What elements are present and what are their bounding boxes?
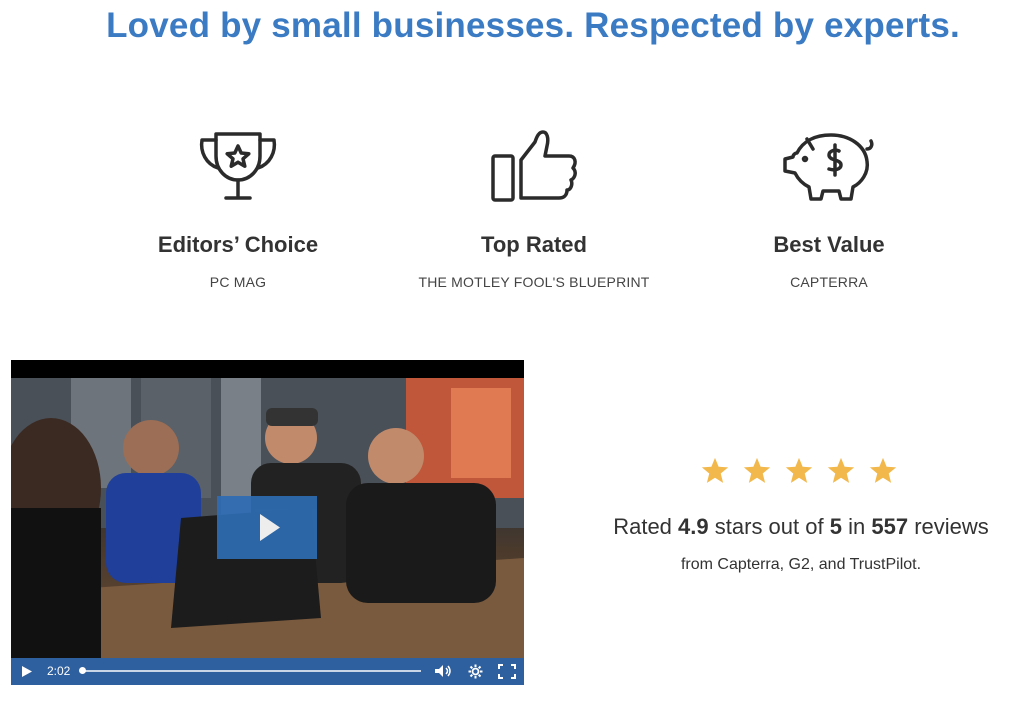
play-button[interactable] [217, 496, 317, 559]
star-icon [869, 457, 897, 483]
rating-in: in [848, 514, 866, 539]
volume-icon[interactable] [434, 664, 452, 678]
award-title: Best Value [773, 232, 885, 257]
award-top-rated: Top Rated THE MOTLEY FOOL'S BLUEPRINT [384, 124, 684, 290]
star-icon [785, 457, 813, 483]
progress-knob[interactable] [79, 667, 86, 674]
play-small-icon[interactable] [21, 665, 33, 678]
award-source: THE MOTLEY FOOL'S BLUEPRINT [418, 274, 650, 290]
award-title: Top Rated [481, 232, 587, 257]
rating-summary: Rated 4.9 stars out of 5 in 557 reviews [576, 514, 1024, 540]
award-best-value: Best Value CAPTERRA [679, 124, 979, 290]
rating-prefix: Rated [613, 514, 672, 539]
rating-mid: stars out of [714, 514, 824, 539]
rating-count: 557 [871, 514, 909, 539]
fullscreen-icon[interactable] [498, 664, 516, 679]
video-frame [11, 378, 524, 658]
video-controls: 2:02 [11, 658, 524, 685]
play-icon [260, 514, 280, 541]
rating-stars [700, 456, 898, 486]
award-source: CAPTERRA [790, 274, 868, 290]
award-title: Editors’ Choice [157, 232, 319, 257]
award-source: PC MAG [209, 274, 267, 290]
video-player[interactable]: 2:02 [11, 360, 524, 685]
star-icon [743, 457, 771, 483]
rating-sources: from Capterra, G2, and TrustPilot. [680, 556, 922, 573]
trophy-icon [199, 132, 277, 200]
settings-gear-icon[interactable] [468, 664, 483, 679]
thumbs-up-icon [491, 130, 577, 202]
rating-max: 5 [829, 514, 842, 539]
piggy-bank-icon [783, 133, 874, 201]
star-icon [827, 457, 855, 483]
headline: Loved by small businesses. Respected by … [106, 6, 960, 45]
progress-track[interactable] [81, 670, 421, 672]
award-editors-choice: Editors’ Choice PC MAG [88, 124, 388, 290]
rating-suffix: reviews [914, 514, 989, 539]
video-time: 2:02 [47, 664, 71, 678]
star-icon [701, 457, 729, 483]
rating-score: 4.9 [678, 514, 709, 539]
